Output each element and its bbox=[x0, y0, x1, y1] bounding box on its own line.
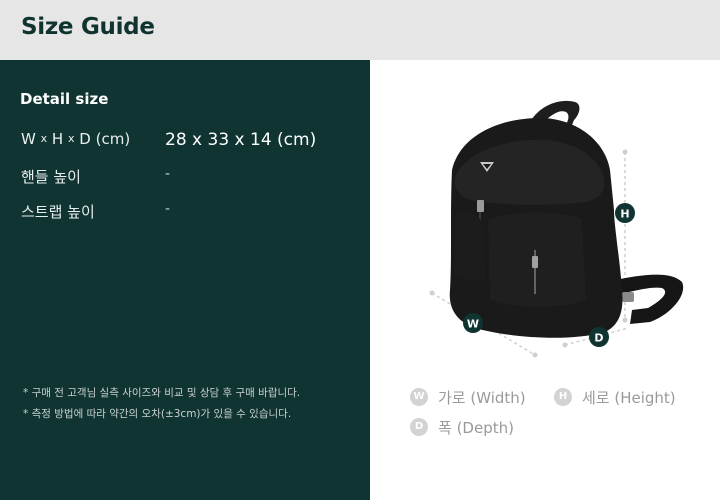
height-badge-icon: H bbox=[554, 388, 572, 406]
spec-value-dimensions: 28 x 33 x 14 (cm) bbox=[165, 130, 317, 150]
spec-row-dimensions: W x H x D (cm) 28 x 33 x 14 (cm) bbox=[21, 130, 351, 152]
badge-height: H bbox=[615, 203, 635, 223]
svg-text:H: H bbox=[620, 208, 629, 221]
legend-height-label: 세로 (Height) bbox=[582, 389, 676, 407]
detail-size-title: Detail size bbox=[20, 90, 109, 108]
badge-depth: D bbox=[589, 327, 609, 347]
detail-panel: Detail size W x H x D (cm) 28 x 33 x 14 … bbox=[0, 60, 370, 500]
spec-value-handle-height: - bbox=[165, 166, 171, 182]
note-purchase: * 구매 전 고객님 실측 사이즈와 비교 및 상담 후 구매 바랍니다. bbox=[23, 387, 301, 399]
spec-label-strap-height: 스트랩 높이 bbox=[21, 203, 95, 221]
legend-width-label: 가로 (Width) bbox=[438, 389, 526, 407]
note-tolerance: * 측정 방법에 따라 약간의 오차(±3cm)가 있을 수 있습니다. bbox=[23, 408, 292, 420]
depth-badge-icon: D bbox=[410, 418, 428, 436]
spec-row-handle-height: 핸들 높이 - bbox=[21, 166, 351, 188]
header-bar: Size Guide bbox=[0, 0, 720, 60]
spec-row-strap-height: 스트랩 높이 - bbox=[21, 201, 351, 223]
badge-width: W bbox=[463, 313, 483, 333]
page-title: Size Guide bbox=[21, 14, 155, 40]
svg-text:D: D bbox=[594, 332, 603, 345]
backpack-image: H W D bbox=[429, 100, 684, 358]
bag-illustration: H W D bbox=[370, 60, 720, 370]
spec-value-strap-height: - bbox=[165, 201, 171, 217]
spec-label-dimensions: W x H x D (cm) bbox=[21, 130, 131, 148]
svg-text:W: W bbox=[467, 318, 479, 331]
legend-depth-label: 폭 (Depth) bbox=[438, 419, 514, 437]
width-badge-icon: W bbox=[410, 388, 428, 406]
spec-label-handle-height: 핸들 높이 bbox=[21, 168, 81, 186]
